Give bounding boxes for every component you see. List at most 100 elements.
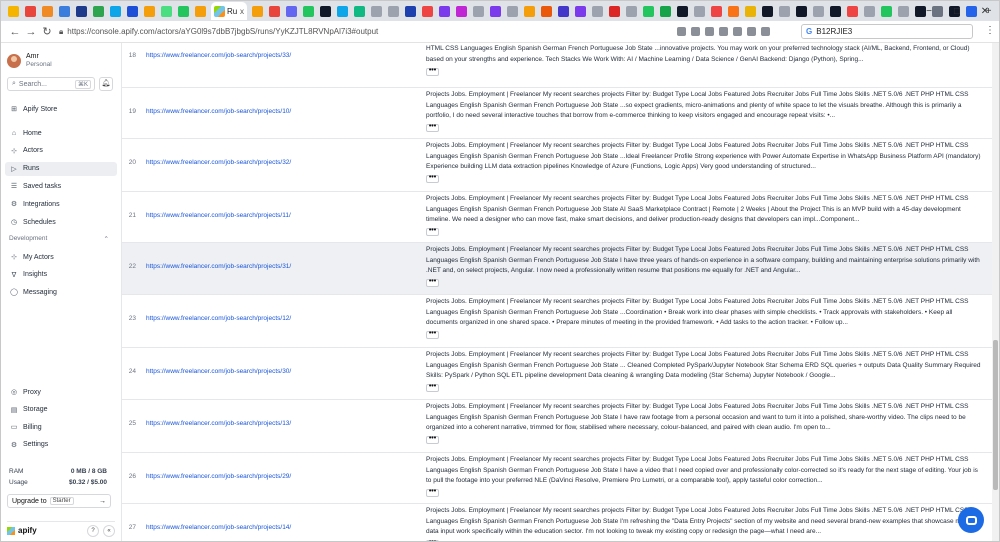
tab[interactable] bbox=[691, 3, 708, 19]
tab[interactable] bbox=[640, 3, 657, 19]
row-url-link[interactable]: https://www.freelancer.com/job-search/pr… bbox=[146, 212, 291, 219]
tab[interactable] bbox=[351, 3, 368, 19]
expand-more-button[interactable]: ••• bbox=[426, 123, 439, 132]
sidebar-item-schedules[interactable]: ◷ Schedules bbox=[5, 215, 117, 229]
share-icon[interactable] bbox=[719, 27, 728, 36]
section-development[interactable]: Development ⌃ bbox=[9, 235, 109, 243]
row-url-link[interactable]: https://www.freelancer.com/job-search/pr… bbox=[146, 159, 291, 166]
table-row[interactable]: 24 https://www.freelancer.com/job-search/… bbox=[122, 348, 994, 400]
tab[interactable] bbox=[895, 3, 912, 19]
notifications-bell-icon[interactable]: 🔔︎ bbox=[99, 77, 113, 91]
tab[interactable] bbox=[776, 3, 793, 19]
row-url-link[interactable]: https://www.freelancer.com/job-search/pr… bbox=[146, 524, 291, 531]
sidebar-item-my-actors[interactable]: ⊹ My Actors bbox=[5, 250, 117, 264]
row-url-link[interactable]: https://www.freelancer.com/job-search/pr… bbox=[146, 52, 291, 59]
tab-active[interactable]: Ru x bbox=[211, 2, 247, 20]
tab[interactable] bbox=[249, 3, 266, 19]
expand-more-button[interactable]: ••• bbox=[426, 383, 439, 392]
screenshot-icon[interactable] bbox=[705, 27, 714, 36]
expand-more-button[interactable]: ••• bbox=[426, 435, 439, 444]
sidebar-item-proxy[interactable]: ◎ Proxy bbox=[5, 385, 117, 399]
tab[interactable] bbox=[793, 3, 810, 19]
sidebar-item-actors[interactable]: ⊹ Actors bbox=[5, 144, 117, 158]
sidebar-item-integrations[interactable]: ⚙ Integrations bbox=[5, 197, 117, 211]
tab[interactable] bbox=[5, 3, 22, 19]
tab[interactable] bbox=[572, 3, 589, 19]
sidebar-item-insights[interactable]: ∇ Insights bbox=[5, 268, 117, 282]
tab[interactable] bbox=[266, 3, 283, 19]
row-url-link[interactable]: https://www.freelancer.com/job-search/pr… bbox=[146, 108, 291, 115]
close-tab-icon[interactable]: x bbox=[240, 7, 244, 16]
zoom-icon[interactable] bbox=[691, 27, 700, 36]
chat-support-button[interactable] bbox=[958, 507, 984, 533]
tab[interactable] bbox=[90, 3, 107, 19]
minimize-button[interactable]: − bbox=[915, 6, 943, 17]
tab[interactable] bbox=[623, 3, 640, 19]
profile-icon[interactable] bbox=[761, 27, 770, 36]
tab[interactable] bbox=[436, 3, 453, 19]
row-url-link[interactable]: https://www.freelancer.com/job-search/pr… bbox=[146, 315, 291, 322]
table-row[interactable]: 26 https://www.freelancer.com/job-search/… bbox=[122, 453, 994, 504]
collapse-sidebar-icon[interactable]: « bbox=[103, 524, 115, 537]
tab[interactable] bbox=[385, 3, 402, 19]
star-icon[interactable] bbox=[733, 27, 742, 36]
scrollbar[interactable] bbox=[992, 43, 999, 541]
tab[interactable] bbox=[759, 3, 776, 19]
tab[interactable] bbox=[334, 3, 351, 19]
expand-more-button[interactable]: ••• bbox=[426, 488, 439, 497]
tab[interactable] bbox=[419, 3, 436, 19]
sidebar-item-billing[interactable]: ▭ Billing bbox=[5, 420, 117, 434]
tab[interactable] bbox=[300, 3, 317, 19]
tab[interactable] bbox=[56, 3, 73, 19]
close-window-button[interactable]: ✕ bbox=[971, 6, 999, 17]
tab[interactable] bbox=[158, 3, 175, 19]
maximize-button[interactable]: □ bbox=[943, 6, 971, 17]
tab[interactable] bbox=[487, 3, 504, 19]
expand-more-button[interactable]: ••• bbox=[426, 227, 439, 236]
tab[interactable] bbox=[708, 3, 725, 19]
translate-icon[interactable] bbox=[677, 27, 686, 36]
tab[interactable] bbox=[827, 3, 844, 19]
tab[interactable] bbox=[175, 3, 192, 19]
tab[interactable] bbox=[742, 3, 759, 19]
tab[interactable] bbox=[674, 3, 691, 19]
tab[interactable] bbox=[725, 3, 742, 19]
table-row[interactable]: 27 https://www.freelancer.com/job-search/… bbox=[122, 504, 994, 541]
row-url-link[interactable]: https://www.freelancer.com/job-search/pr… bbox=[146, 368, 291, 375]
tab[interactable] bbox=[470, 3, 487, 19]
table-row[interactable]: 23 https://www.freelancer.com/job-search/… bbox=[122, 295, 994, 348]
user-switcher[interactable]: Amr Personal bbox=[1, 43, 121, 71]
tab[interactable] bbox=[521, 3, 538, 19]
tab[interactable] bbox=[124, 3, 141, 19]
tab[interactable] bbox=[538, 3, 555, 19]
password-autofill-box[interactable]: G B12RJIE3 bbox=[801, 24, 973, 39]
expand-more-button[interactable]: ••• bbox=[426, 330, 439, 339]
tab[interactable] bbox=[861, 3, 878, 19]
expand-more-button[interactable]: ••• bbox=[426, 67, 439, 76]
sidebar-item-home[interactable]: ⌂ Home bbox=[5, 126, 117, 140]
tab[interactable] bbox=[453, 3, 470, 19]
tab[interactable] bbox=[368, 3, 385, 19]
tab[interactable] bbox=[192, 3, 209, 19]
forward-icon[interactable]: → bbox=[23, 26, 39, 38]
tab[interactable] bbox=[22, 3, 39, 19]
tab[interactable] bbox=[73, 3, 90, 19]
expand-more-button[interactable]: ••• bbox=[426, 174, 439, 183]
tab[interactable] bbox=[878, 3, 895, 19]
scrollbar-thumb[interactable] bbox=[993, 340, 998, 490]
sidebar-item-storage[interactable]: ▤ Storage bbox=[5, 403, 117, 417]
table-row[interactable]: 22 https://www.freelancer.com/job-search/… bbox=[122, 243, 994, 295]
row-url-link[interactable]: https://www.freelancer.com/job-search/pr… bbox=[146, 473, 291, 480]
back-icon[interactable]: ← bbox=[7, 26, 23, 38]
tab[interactable] bbox=[555, 3, 572, 19]
help-icon[interactable]: ? bbox=[87, 524, 99, 537]
tab[interactable] bbox=[810, 3, 827, 19]
browser-menu-icon[interactable]: ⋮ bbox=[985, 25, 995, 36]
tab[interactable] bbox=[317, 3, 334, 19]
expand-more-button[interactable]: ••• bbox=[426, 278, 439, 287]
sidebar-item-saved-tasks[interactable]: ☰ Saved tasks bbox=[5, 179, 117, 193]
table-row[interactable]: 25 https://www.freelancer.com/job-search/… bbox=[122, 400, 994, 453]
tab[interactable] bbox=[402, 3, 419, 19]
tab[interactable] bbox=[107, 3, 124, 19]
table-row[interactable]: 21 https://www.freelancer.com/job-search/… bbox=[122, 192, 994, 243]
